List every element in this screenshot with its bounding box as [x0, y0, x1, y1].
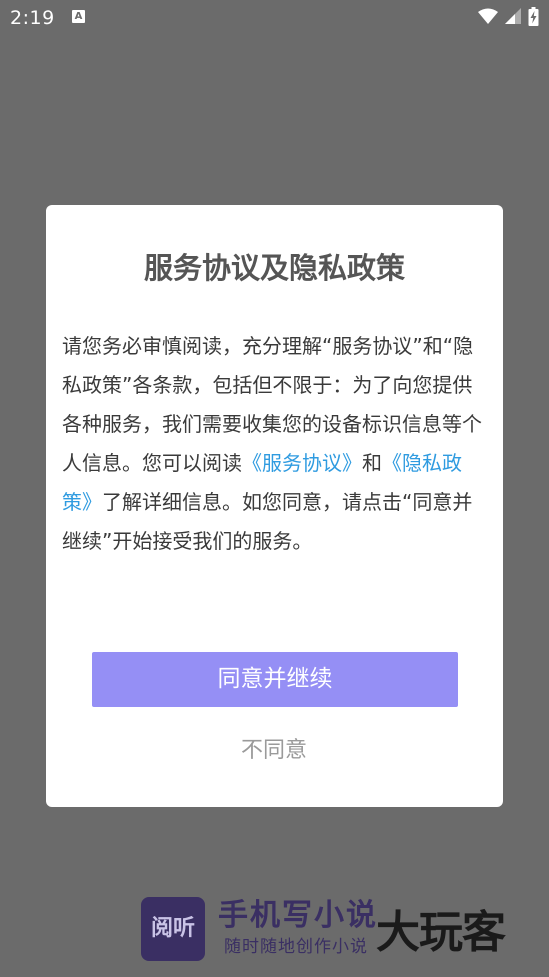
notification-a-icon: A: [72, 10, 85, 23]
status-icons: [478, 6, 539, 30]
decline-button[interactable]: 不同意: [174, 731, 374, 771]
agree-continue-button[interactable]: 同意并继续: [92, 652, 458, 707]
body-text-2: 和: [362, 451, 382, 475]
app-name: 手机写小说: [218, 898, 378, 933]
cell-signal-icon: [505, 8, 521, 28]
body-text-3: 了解详细信息。如您同意，请点击“同意并继续”开始接受我们的服务。: [62, 490, 473, 553]
dialog-title: 服务协议及隐私政策: [143, 251, 405, 285]
service-agreement-link[interactable]: 《服务协议》: [242, 451, 362, 475]
app-logo: 阅听: [141, 897, 205, 961]
app-slogan: 随时随地创作小说: [224, 937, 368, 957]
privacy-dialog: 服务协议及隐私政策 请您务必审慎阅读，充分理解“服务协议”和“隐私政策”各条款，…: [46, 205, 503, 807]
dialog-body: 请您务必审慎阅读，充分理解“服务协议”和“隐私政策”各条款，包括但不限于：为了向…: [62, 327, 486, 561]
wifi-icon: [478, 8, 498, 28]
battery-icon: [528, 6, 539, 30]
status-bar: 2:19 A: [0, 0, 549, 36]
status-time: 2:19: [10, 7, 55, 29]
watermark: 大玩客: [376, 907, 506, 958]
